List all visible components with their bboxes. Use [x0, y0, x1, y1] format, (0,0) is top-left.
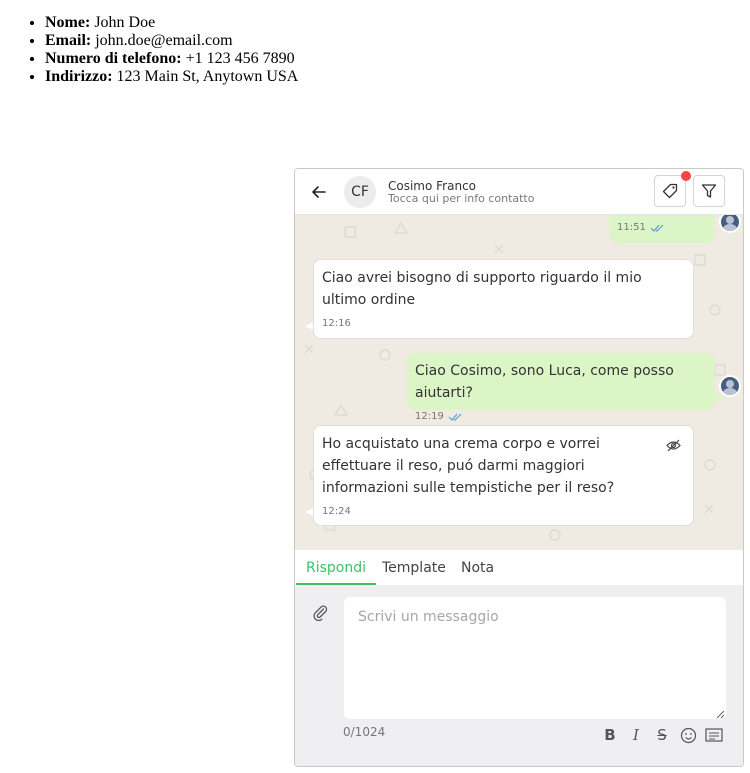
info-label: Email:: [45, 32, 92, 49]
tag-button[interactable]: [654, 175, 686, 207]
contact-info-list: Nome: John Doe Email: john.doe@email.com…: [25, 14, 298, 86]
message-text: Ciao Cosimo, sono Luca, come posso aiuta…: [415, 363, 674, 401]
message-incoming[interactable]: Ciao avrei bisogno di supporto riguardo …: [313, 259, 694, 339]
info-label: Numero di telefono:: [45, 50, 182, 67]
italic-icon: I: [633, 726, 639, 744]
quick-reply-button[interactable]: [704, 725, 724, 745]
info-value: 123 Main St, Anytown USA: [112, 68, 299, 85]
message-input[interactable]: [344, 597, 726, 719]
arrow-left-icon: [312, 186, 326, 198]
strikethrough-icon: S: [657, 726, 667, 744]
list-item: Indirizzo: 123 Main St, Anytown USA: [45, 68, 298, 86]
message-outgoing[interactable]: 11:51: [609, 215, 715, 243]
double-check-icon: [448, 413, 462, 421]
message-meta: 11:51: [617, 217, 707, 239]
info-value: John Doe: [90, 14, 156, 31]
tab-rispondi[interactable]: Rispondi: [296, 550, 377, 585]
message-outgoing[interactable]: Ciao Cosimo, sono Luca, come posso aiuta…: [407, 353, 715, 422]
agent-avatar: [719, 375, 741, 397]
eye-off-icon[interactable]: [666, 439, 681, 452]
char-counter: 0/1024: [343, 725, 386, 739]
avatar[interactable]: CF: [344, 176, 376, 208]
filter-icon: [701, 184, 717, 198]
strikethrough-button[interactable]: S: [652, 725, 672, 745]
resize-handle-icon[interactable]: [715, 709, 725, 719]
message-text: Ciao avrei bisogno di supporto riguardo …: [322, 270, 642, 308]
info-value: +1 123 456 7890: [181, 50, 295, 67]
list-item: Nome: John Doe: [45, 14, 298, 32]
filter-button[interactable]: [693, 175, 725, 207]
quick-reply-icon: [705, 728, 723, 742]
list-item: Numero di telefono: +1 123 456 7890: [45, 50, 298, 68]
message-incoming[interactable]: Ho acquistato una crema corpo e vorrei e…: [313, 425, 694, 526]
info-value: john.doe@email.com: [91, 32, 233, 49]
message-time: 12:16: [322, 318, 351, 329]
emoji-button[interactable]: [678, 725, 698, 745]
composer-tabs: Rispondi Template Nota: [295, 550, 743, 585]
attach-button[interactable]: [311, 603, 329, 622]
double-check-icon: [650, 224, 664, 232]
chat-widget: CF Cosimo Franco Tocca qui per info cont…: [294, 168, 744, 767]
tag-icon: [662, 183, 678, 199]
emoji-icon: [680, 727, 696, 743]
paperclip-icon: [313, 605, 328, 622]
info-label: Nome:: [45, 14, 91, 31]
contact-info-hint[interactable]: Tocca qui per info contatto: [388, 192, 534, 205]
bold-icon: B: [604, 726, 616, 744]
message-list[interactable]: 11:51 Ciao avrei bisogno di supporto rig…: [295, 215, 743, 550]
message-text: Ho acquistato una crema corpo e vorrei e…: [322, 436, 615, 496]
tab-nota[interactable]: Nota: [461, 550, 494, 583]
bold-button[interactable]: B: [600, 725, 620, 745]
message-time: 12:24: [322, 506, 351, 517]
list-item: Email: john.doe@email.com: [45, 32, 298, 50]
back-button[interactable]: [309, 182, 329, 202]
chat-header: CF Cosimo Franco Tocca qui per info cont…: [295, 169, 743, 215]
contact-name[interactable]: Cosimo Franco: [388, 179, 476, 193]
message-time: 11:51: [617, 222, 646, 233]
info-label: Indirizzo:: [45, 68, 113, 85]
tab-template[interactable]: Template: [382, 550, 446, 583]
italic-button[interactable]: I: [626, 725, 646, 745]
composer: 0/1024 B I S: [295, 585, 743, 766]
notification-dot: [681, 171, 691, 181]
